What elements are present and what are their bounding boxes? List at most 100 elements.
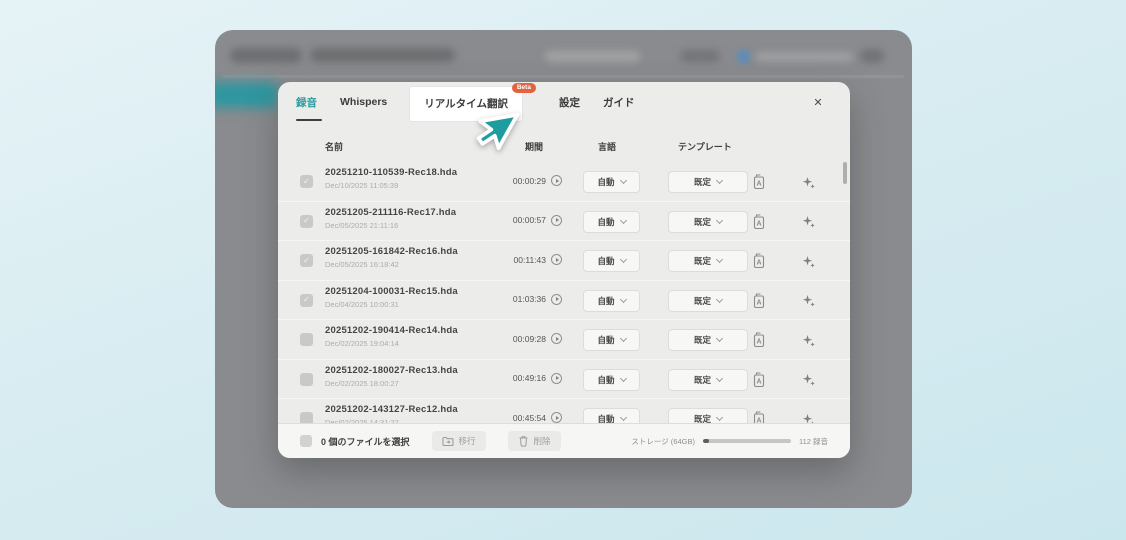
play-icon[interactable] [551,333,562,344]
tab-label: 設定 [559,95,580,110]
language-select[interactable]: 自動 [583,171,640,193]
template-select[interactable]: 既定 [668,211,748,233]
close-icon[interactable]: ✕ [810,94,826,110]
play-triangle-icon [556,416,559,420]
language-select[interactable]: 自動 [583,369,640,391]
file-info: 20251204-100031-Rec15.hda Dec/04/2025 10… [325,286,458,309]
file-info: 20251202-180027-Rec13.hda Dec/02/2025 18… [325,365,458,388]
table-row[interactable]: ✓ 20251210-110539-Rec18.hda Dec/10/2025 … [278,162,850,202]
chevron-down-icon [716,374,723,381]
language-select[interactable]: 自動 [583,329,640,351]
duration-value: 01:03:36 [513,294,546,304]
transcript-icon[interactable]: A [750,252,768,270]
chevron-down-icon [619,256,626,263]
template-select[interactable]: 既定 [668,171,748,193]
ai-sparkle-icon[interactable] [799,371,817,389]
transcript-icon[interactable]: A [750,292,768,310]
column-header-duration: 期間 [525,140,543,153]
row-checkbox[interactable]: ✓ [300,215,313,228]
selection-count-label: 0 個のファイルを選択 [321,435,410,448]
move-button-label: 移行 [459,435,476,447]
transcript-icon[interactable]: A [750,213,768,231]
row-checkbox[interactable]: ✓ [300,294,313,307]
language-select[interactable]: 自動 [583,408,640,423]
play-icon[interactable] [551,294,562,305]
language-select[interactable]: 自動 [583,290,640,312]
tab-whispers[interactable]: Whispers [340,82,387,122]
ai-sparkle-icon[interactable] [799,173,817,191]
duration-value: 00:45:54 [513,413,546,423]
table-row[interactable]: ✓ 20251202-180027-Rec13.hda Dec/02/2025 … [278,360,850,400]
svg-text:A: A [756,260,761,267]
transcript-icon[interactable]: A [750,410,768,423]
table-row[interactable]: ✓ 20251204-100031-Rec15.hda Dec/04/2025 … [278,281,850,321]
duration-cell: 00:09:28 [476,333,562,344]
tab-settings[interactable]: 設定 [559,82,580,122]
chevron-down-icon [716,256,723,263]
duration-value: 00:00:57 [513,215,546,225]
play-icon[interactable] [551,412,562,423]
template-select[interactable]: 既定 [668,369,748,391]
check-icon: ✓ [303,257,310,265]
template-select[interactable]: 既定 [668,408,748,423]
transcript-icon[interactable]: A [750,331,768,349]
tab-realtime-translation[interactable]: リアルタイム翻訳 Beta [410,87,522,121]
ai-sparkle-icon[interactable] [799,410,817,423]
row-checkbox[interactable]: ✓ [300,175,313,188]
play-icon[interactable] [551,175,562,186]
template-value: 既定 [694,334,711,346]
template-select[interactable]: 既定 [668,290,748,312]
select-all-checkbox[interactable] [300,435,312,447]
file-date: Dec/05/2025 21:11:16 [325,221,456,230]
folder-move-icon [442,436,454,447]
blurred-divider [223,76,904,77]
language-select[interactable]: 自動 [583,250,640,272]
play-icon[interactable] [551,215,562,226]
template-value: 既定 [694,295,711,307]
scrollbar-thumb[interactable] [843,162,847,184]
file-date: Dec/04/2025 10:00:31 [325,300,458,309]
storage-info: ストレージ (64GB) 112 録音 [631,436,828,447]
play-triangle-icon [556,258,559,262]
table-row[interactable]: ✓ 20251205-161842-Rec16.hda Dec/05/2025 … [278,241,850,281]
ai-sparkle-icon[interactable] [799,213,817,231]
file-date: Dec/05/2025 16:18:42 [325,260,458,269]
duration-cell: 00:00:57 [476,215,562,226]
template-select[interactable]: 既定 [668,250,748,272]
ai-sparkle-icon[interactable] [799,292,817,310]
tab-label: Whispers [340,96,387,108]
chevron-down-icon [716,414,723,421]
table-row[interactable]: ✓ 20251205-211116-Rec17.hda Dec/05/2025 … [278,202,850,242]
play-icon[interactable] [551,254,562,265]
chevron-down-icon [716,216,723,223]
row-checkbox[interactable]: ✓ [300,412,313,423]
row-checkbox[interactable]: ✓ [300,373,313,386]
storage-progress-fill [703,439,709,443]
language-select[interactable]: 自動 [583,211,640,233]
language-value: 自動 [597,374,614,386]
table-row[interactable]: ✓ 20251202-143127-Rec12.hda Dec/02/2025 … [278,399,850,423]
check-icon: ✓ [303,217,310,225]
ai-sparkle-icon[interactable] [799,331,817,349]
tab-recordings[interactable]: 録音 [296,82,317,122]
tab-guide[interactable]: ガイド [603,82,635,122]
row-checkbox[interactable]: ✓ [300,254,313,267]
language-value: 自動 [597,413,614,423]
blurred-teal-shape [215,82,279,108]
move-button[interactable]: 移行 [432,431,486,451]
delete-button[interactable]: 削除 [508,431,561,451]
duration-cell: 00:49:16 [476,373,562,384]
transcript-icon[interactable]: A [750,173,768,191]
transcript-icon[interactable]: A [750,371,768,389]
file-info: 20251210-110539-Rec18.hda Dec/10/2025 11… [325,167,457,190]
play-icon[interactable] [551,373,562,384]
duration-cell: 01:03:36 [476,294,562,305]
column-header-name: 名前 [325,140,343,153]
template-select[interactable]: 既定 [668,329,748,351]
check-icon: ✓ [303,296,310,304]
ai-sparkle-icon[interactable] [799,252,817,270]
table-row[interactable]: ✓ 20251202-190414-Rec14.hda Dec/02/2025 … [278,320,850,360]
svg-text:A: A [756,220,761,227]
row-checkbox[interactable]: ✓ [300,333,313,346]
file-name: 20251210-110539-Rec18.hda [325,167,457,178]
